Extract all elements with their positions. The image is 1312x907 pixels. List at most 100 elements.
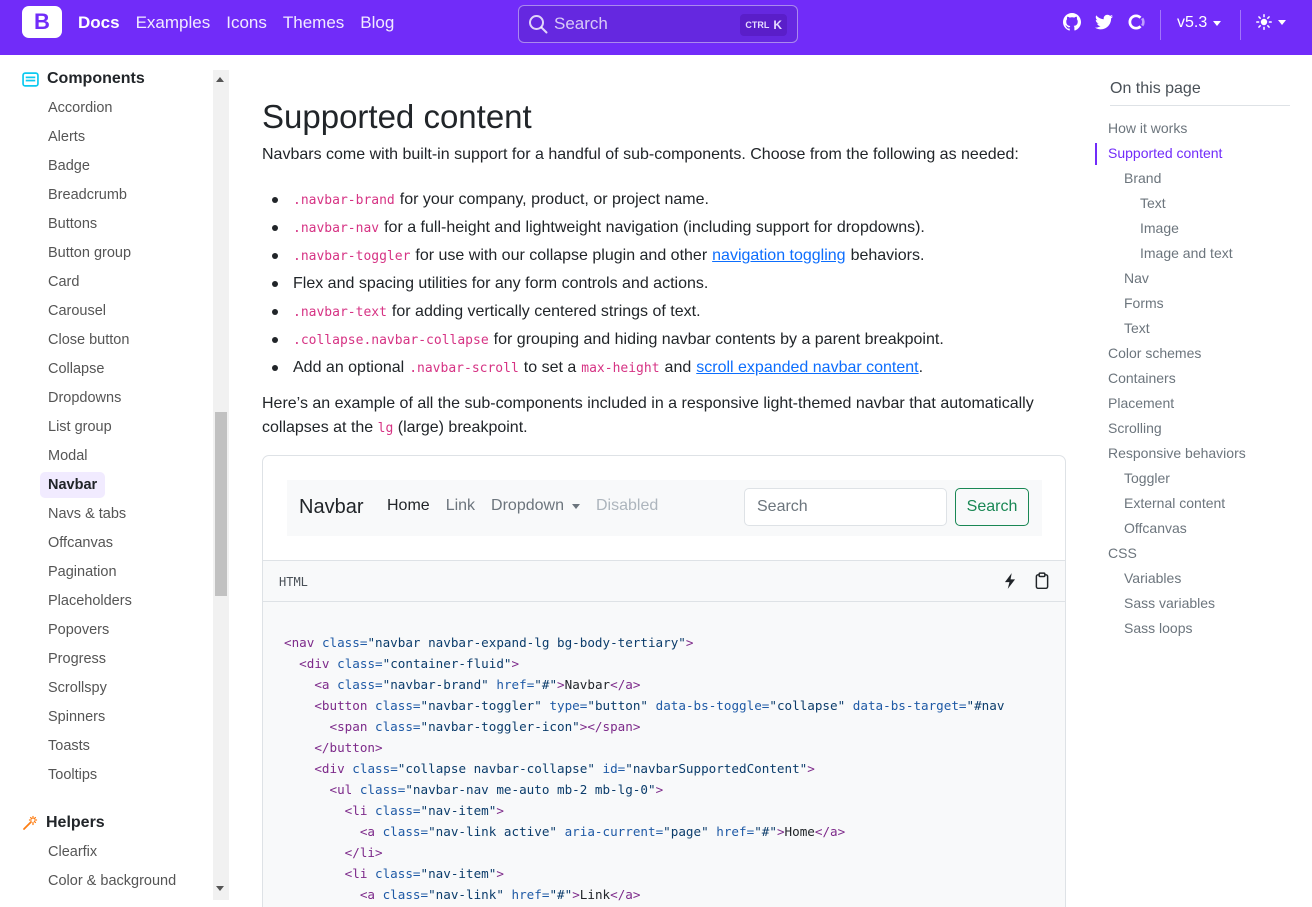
sidebar-item-scrollspy[interactable]: Scrollspy (40, 675, 115, 701)
sidebar-item-popovers[interactable]: Popovers (40, 617, 117, 643)
sidebar-item-button-group[interactable]: Button group (40, 240, 139, 266)
code-snippet[interactable]: <nav class="navbar navbar-expand-lg bg-b… (263, 602, 1065, 907)
sidebar-item-clearfix[interactable]: Clearfix (40, 839, 105, 865)
list-item: .navbar-brand for your company, product, … (272, 186, 944, 214)
toc-item-brand[interactable]: Brand (1124, 168, 1161, 188)
version-dropdown[interactable]: v5.3 (1177, 14, 1222, 32)
toc-item-responsive-behaviors[interactable]: Responsive behaviors (1108, 443, 1246, 463)
social-icons (1063, 13, 1145, 31)
toc-item-offcanvas[interactable]: Offcanvas (1124, 518, 1187, 538)
sidebar-item-alerts[interactable]: Alerts (40, 124, 93, 150)
toc-item-color-schemes[interactable]: Color schemes (1108, 343, 1201, 363)
toc-item-containers[interactable]: Containers (1108, 368, 1176, 388)
search-placeholder: Search (554, 14, 608, 33)
toc-item-forms[interactable]: Forms (1124, 293, 1164, 313)
sidebar-item-modal[interactable]: Modal (40, 443, 96, 469)
demo-search-button[interactable]: Search (955, 488, 1029, 526)
demo-link-home[interactable]: Home (387, 497, 430, 515)
chevron-down-icon (1278, 19, 1286, 25)
sidebar-group-components: Components (22, 70, 145, 88)
demo-navbar: Navbar Home Link Dropdown Disabled Searc… (287, 480, 1042, 536)
demo-link-link[interactable]: Link (446, 497, 475, 515)
toc-item-supported-content[interactable]: Supported content (1108, 143, 1222, 163)
toc-item-image-and-text[interactable]: Image and text (1140, 243, 1233, 263)
search-shortcut: CTRL K (740, 14, 787, 36)
scroll-down-arrow[interactable] (216, 886, 224, 891)
search-icon (529, 15, 548, 34)
nav-link-docs[interactable]: Docs (78, 13, 120, 33)
toc-item-sass-variables[interactable]: Sass variables (1124, 593, 1215, 613)
toc-item-nav[interactable]: Nav (1124, 268, 1149, 288)
sidebar-item-pagination[interactable]: Pagination (40, 559, 125, 585)
toc-divider (1110, 105, 1290, 106)
theme-toggle-dropdown[interactable] (1256, 14, 1286, 30)
sidebar-item-badge[interactable]: Badge (40, 153, 98, 179)
chevron-down-icon (571, 503, 580, 509)
github-icon[interactable] (1063, 13, 1081, 31)
toc-item-css[interactable]: CSS (1108, 543, 1137, 563)
lightning-icon[interactable] (1001, 572, 1019, 590)
toc-item-text[interactable]: Text (1124, 318, 1150, 338)
opencollective-icon[interactable] (1127, 13, 1145, 31)
sidebar-item-navbar[interactable]: Navbar (40, 472, 106, 498)
code-text: <nav class="navbar navbar-expand-lg bg-b… (284, 635, 1005, 902)
sidebar-item-spinners[interactable]: Spinners (40, 704, 113, 730)
example-description: Here’s an example of all the sub-compone… (262, 395, 1034, 436)
docs-search-button[interactable]: Search CTRL K (518, 5, 798, 43)
toc-active-indicator (1095, 143, 1097, 165)
sidebar-item-close-button[interactable]: Close button (40, 327, 137, 353)
sidebar-scrollbar-thumb[interactable] (215, 412, 227, 596)
list-item: .navbar-text for adding vertically center… (272, 298, 944, 326)
demo-link-disabled: Disabled (595, 497, 659, 514)
nav-link-examples[interactable]: Examples (136, 13, 211, 33)
toc-item-toggler[interactable]: Toggler (1124, 468, 1170, 488)
demo-dropdown-toggle[interactable]: Dropdown (491, 497, 580, 515)
top-navbar: B Docs Examples Icons Themes Blog Search… (0, 0, 1312, 55)
sidebar-item-progress[interactable]: Progress (40, 646, 114, 672)
navbar-example: Navbar Home Link Dropdown Disabled Searc… (262, 455, 1066, 907)
scroll-up-arrow[interactable] (216, 77, 224, 82)
demo-navbar-brand[interactable]: Navbar (299, 496, 363, 519)
list-item: Flex and spacing utilities for any form … (272, 270, 944, 298)
sidebar-item-buttons[interactable]: Buttons (40, 211, 105, 237)
clipboard-icon[interactable] (1033, 572, 1051, 590)
sidebar-item-dropdowns[interactable]: Dropdowns (40, 385, 129, 411)
sidebar-item-offcanvas[interactable]: Offcanvas (40, 530, 121, 556)
demo-nav-links: Home Link Dropdown Disabled (387, 497, 658, 515)
nav-link-icons[interactable]: Icons (226, 13, 267, 33)
toc-item-external-content[interactable]: External content (1124, 493, 1225, 513)
magic-wand-icon (23, 815, 38, 830)
sidebar-item-collapse[interactable]: Collapse (40, 356, 112, 382)
toc-item-how-it-works[interactable]: How it works (1108, 118, 1187, 138)
sidebar-item-card[interactable]: Card (40, 269, 87, 295)
bootstrap-logo[interactable]: B (22, 6, 62, 38)
sidebar-item-toasts[interactable]: Toasts (40, 733, 98, 759)
twitter-icon[interactable] (1095, 13, 1113, 31)
list-item: .navbar-toggler for use with our collapse… (272, 242, 944, 270)
sidebar-item-placeholders[interactable]: Placeholders (40, 588, 140, 614)
toc-item-variables[interactable]: Variables (1124, 568, 1181, 588)
nav-link-themes[interactable]: Themes (283, 13, 344, 33)
toc-item-scrolling[interactable]: Scrolling (1108, 418, 1162, 438)
chevron-down-icon (1213, 20, 1222, 26)
navbar-divider (1160, 10, 1161, 40)
toc-item-placement[interactable]: Placement (1108, 393, 1174, 413)
navigation-toggling-link[interactable]: navigation toggling (712, 247, 845, 265)
sidebar-item-breadcrumb[interactable]: Breadcrumb (40, 182, 135, 208)
demo-search-input[interactable]: Search (744, 488, 947, 526)
navbar-divider (1240, 10, 1241, 40)
toc-item-image[interactable]: Image (1140, 218, 1179, 238)
page-title: Supported content (262, 98, 532, 135)
sidebar-item-carousel[interactable]: Carousel (40, 298, 114, 324)
sidebar-item-tooltips[interactable]: Tooltips (40, 762, 105, 788)
sidebar-item-navs-tabs[interactable]: Navs & tabs (40, 501, 134, 527)
sidebar-item-accordion[interactable]: Accordion (40, 95, 120, 121)
code-toolbar: HTML (263, 560, 1065, 602)
toc-item-text[interactable]: Text (1140, 193, 1166, 213)
nav-link-blog[interactable]: Blog (360, 13, 394, 33)
toc-item-sass-loops[interactable]: Sass loops (1124, 618, 1192, 638)
sidebar-item-list-group[interactable]: List group (40, 414, 120, 440)
scroll-expanded-link[interactable]: scroll expanded navbar content (696, 359, 918, 377)
sidebar-item-color-background[interactable]: Color & background (40, 868, 184, 894)
list-item: .collapse.navbar-collapse for grouping an… (272, 326, 944, 354)
